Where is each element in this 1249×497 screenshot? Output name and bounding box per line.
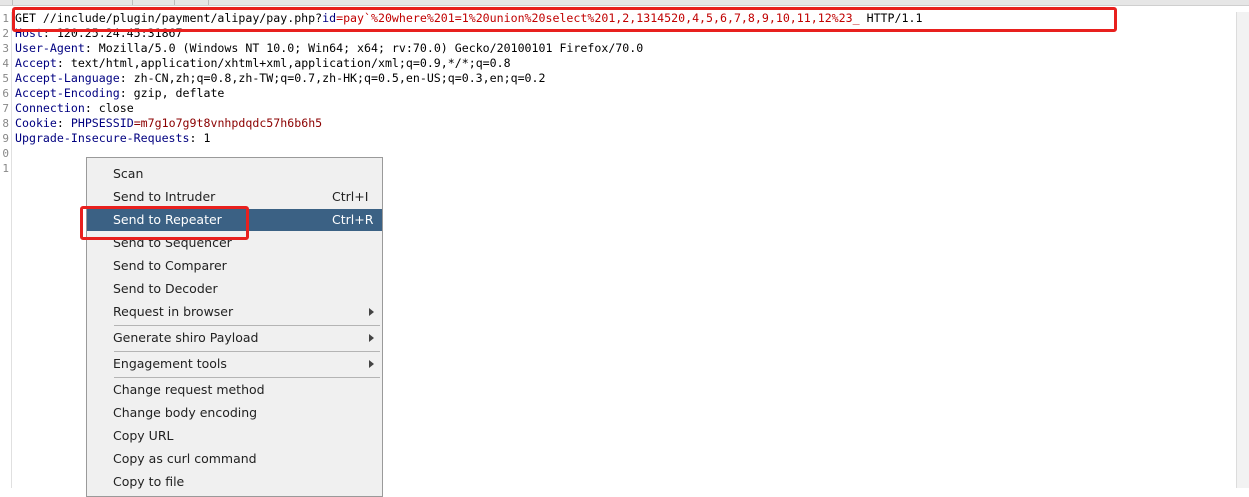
menu-item-send-to-decoder[interactable]: Send to Decoder [87,278,382,300]
request-token: Cookie [15,116,57,130]
menu-item-label: Change body encoding [113,405,258,420]
line-number: 2 [2,27,9,40]
line-number: 4 [2,57,9,70]
menu-item-shortcut: Ctrl+I [332,189,369,204]
request-line[interactable]: Accept: text/html,application/xhtml+xml,… [15,56,511,71]
submenu-arrow-icon [369,360,374,368]
menu-item-label: Request in browser [113,304,234,319]
request-token: : close [84,101,134,115]
request-token: : gzip, deflate [119,86,225,100]
line-number: 0 [2,147,9,160]
request-token: Connection [15,101,85,115]
request-line[interactable]: Accept-Encoding: gzip, deflate [15,86,224,101]
line-number: 1 [2,12,9,25]
annotation-box-send-to-repeater [80,206,249,240]
request-token: =m7g1o7g9t8vnhpdqdc57h6b6h5 [133,116,323,130]
menu-item-label: Send to Decoder [113,281,218,296]
line-number: 6 [2,87,9,100]
menu-item-scan[interactable]: Scan [87,163,382,185]
menu-item-copy-url[interactable]: Copy URL [87,425,382,447]
menu-item-label: Scan [113,166,144,181]
menu-item-send-to-comparer[interactable]: Send to Comparer [87,255,382,277]
line-number: 9 [2,132,9,145]
request-token: Accept-Encoding [15,86,120,100]
line-number: 7 [2,102,9,115]
menu-item-shortcut: Ctrl+R [332,212,374,227]
menu-item-label: Copy to file [113,474,185,489]
request-line[interactable]: Accept-Language: zh-CN,zh;q=0.8,zh-TW;q=… [15,71,546,86]
menu-item-generate-shiro-payload[interactable]: Generate shiro Payload [87,327,382,349]
line-number: 5 [2,72,9,85]
request-token: Accept-Language [15,71,120,85]
request-token: PHPSESSID [70,116,134,130]
annotation-box-request-line [12,7,1117,32]
request-token: User-Agent [15,41,85,55]
menu-item-label: Copy URL [113,428,174,443]
menu-item-change-body-encoding[interactable]: Change body encoding [87,402,382,424]
menu-item-change-request-method[interactable]: Change request method [87,379,382,401]
tab[interactable] [12,0,133,5]
line-number: 1 [2,162,9,175]
submenu-arrow-icon [369,308,374,316]
request-token: : text/html,application/xhtml+xml,applic… [56,56,511,70]
request-token: Accept [15,56,57,70]
menu-item-copy-as-curl-command[interactable]: Copy as curl command [87,448,382,470]
request-line[interactable]: Upgrade-Insecure-Requests: 1 [15,131,210,146]
menu-item-label: Copy as curl command [113,451,257,466]
request-token: : Mozilla/5.0 (Windows NT 10.0; Win64; x… [84,41,644,55]
menu-item-label: Generate shiro Payload [113,330,259,345]
menu-separator [114,325,380,326]
vertical-scrollbar[interactable] [1236,12,1249,488]
submenu-arrow-icon [369,334,374,342]
tab-strip [0,0,1249,6]
menu-item-engagement-tools[interactable]: Engagement tools [87,353,382,375]
menu-item-send-to-intruder[interactable]: Send to Intruder Ctrl+I [87,186,382,208]
menu-item-label: Engagement tools [113,356,227,371]
line-number: 3 [2,42,9,55]
request-token: : zh-CN,zh;q=0.8,zh-TW;q=0.7,zh-HK;q=0.5… [119,71,546,85]
request-line[interactable]: User-Agent: Mozilla/5.0 (Windows NT 10.0… [15,41,643,56]
menu-item-label: Send to Intruder [113,189,216,204]
tab[interactable] [174,0,209,5]
menu-item-label: Change request method [113,382,265,397]
menu-separator [114,351,380,352]
request-token: : 1 [189,131,211,145]
menu-item-label: Send to Comparer [113,258,227,273]
tab[interactable] [132,0,175,5]
request-line[interactable]: Cookie: PHPSESSID=m7g1o7g9t8vnhpdqdc57h6… [15,116,322,131]
request-token: Upgrade-Insecure-Requests [15,131,190,145]
request-line[interactable]: Connection: close [15,101,134,116]
menu-separator [114,377,380,378]
menu-item-copy-to-file[interactable]: Copy to file [87,471,382,493]
line-number: 8 [2,117,9,130]
request-token: : [56,116,71,130]
menu-item-request-in-browser[interactable]: Request in browser [87,301,382,323]
